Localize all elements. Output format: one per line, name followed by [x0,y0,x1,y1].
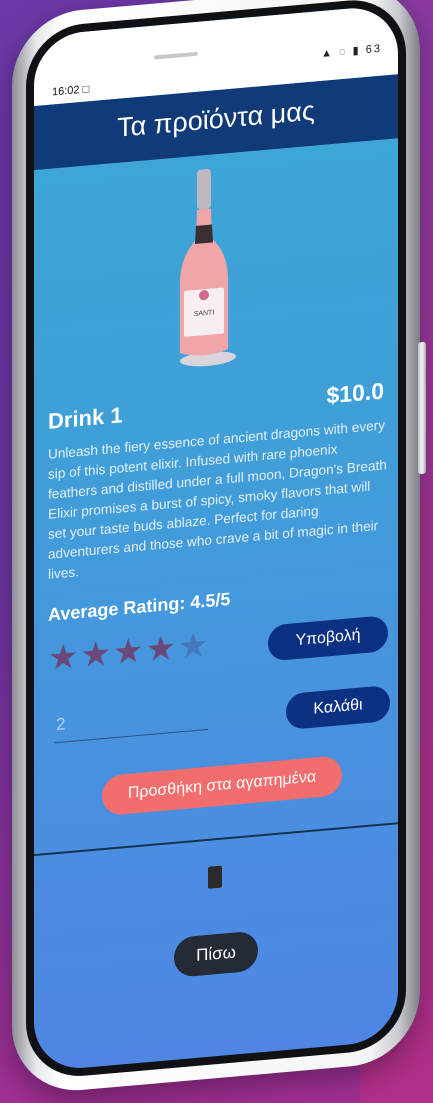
wifi-icon: ◌ [339,45,348,59]
battery-icon: ▮ [352,44,361,58]
status-time: 16:02 □ [52,83,89,98]
status-icons: ▲ ◌ ▮ 63 [321,42,382,60]
add-to-favorites-button[interactable]: Προσθήκη στα αγαπημένα [102,755,342,817]
star-icon[interactable]: ★ [145,628,177,669]
product-name: Drink 1 [48,402,123,434]
product-thumbnail [208,865,222,889]
product-price: $10.0 [326,377,384,409]
battery-level: 63 [365,42,382,57]
bottle-image: SANTI [172,166,236,372]
sim-icon: □ [82,83,90,96]
quantity-input[interactable] [54,694,208,744]
camera-notch [154,51,198,60]
rating-stars[interactable]: ★★★★★ [48,625,210,679]
product-description: Unleash the fiery essence of ancient dra… [48,417,387,582]
add-to-cart-button[interactable]: Καλάθι [286,684,390,731]
phone-bezel: 16:02 □ ▲ ◌ ▮ 63 Τα προϊόντα μας SANTI D… [26,0,406,1081]
bottle-svg: SANTI [180,168,236,367]
back-button[interactable]: Πίσω [174,930,258,978]
status-time-text: 16:02 [52,84,80,99]
phone-frame: 16:02 □ ▲ ◌ ▮ 63 Τα προϊόντα μας SANTI D… [12,0,420,1097]
star-icon[interactable]: ★ [48,637,80,678]
bottle-neck-label [195,224,213,244]
average-rating: Average Rating: 4.5/5 [48,588,231,625]
star-icon[interactable]: ★ [178,626,210,667]
app-screen: 16:02 □ ▲ ◌ ▮ 63 Τα προϊόντα μας SANTI D… [34,4,398,1073]
bottle-foil [197,168,211,210]
signal-icon: ▲ [321,46,334,60]
star-icon[interactable]: ★ [80,634,112,675]
submit-rating-button[interactable]: Υποβολή [268,615,388,662]
star-icon[interactable]: ★ [113,631,145,672]
divider [34,822,398,857]
phone-side-button [418,341,426,475]
